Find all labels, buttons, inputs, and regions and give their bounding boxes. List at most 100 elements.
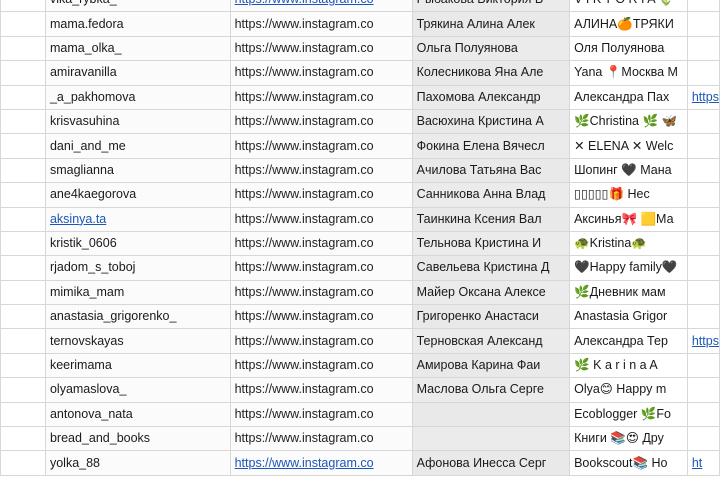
row-index-cell[interactable] <box>0 426 46 452</box>
profile-link-cell[interactable]: https://www.instagram.co <box>229 84 413 110</box>
full-name-cell[interactable]: Ачилова Татьяна Вас <box>411 157 571 184</box>
table-row[interactable]: anastasia_grigorenko_ https://www.instagr… <box>0 304 720 330</box>
extra-link-text[interactable]: https <box>692 334 719 348</box>
row-index-cell[interactable] <box>0 279 46 306</box>
username-cell[interactable]: ane4kaegorova <box>44 182 231 208</box>
username-cell[interactable]: mimika_mam <box>44 279 231 306</box>
extra-link-cell[interactable] <box>686 304 720 330</box>
bio-cell[interactable]: Аксинья🎀 🟨Ма <box>569 206 688 232</box>
bio-cell[interactable]: Yana 📍Москва M <box>569 60 688 86</box>
profile-link-cell[interactable]: https://www.instagram.co <box>229 426 413 452</box>
table-row[interactable]: keerimama https://www.instagram.co Амирова… <box>0 352 720 379</box>
table-row[interactable]: ternovskayas https://www.instagram.co Терн… <box>0 328 720 354</box>
profile-link-cell[interactable]: https://www.instagram.co <box>229 304 413 330</box>
extra-link-cell[interactable]: https <box>686 328 720 354</box>
table-row[interactable]: mama_olka_ https://www.instagram.co Ольга … <box>0 35 720 62</box>
extra-link-cell[interactable] <box>686 230 720 257</box>
username-cell[interactable]: amiravanilla <box>44 60 231 86</box>
profile-link-cell[interactable]: https://www.instagram.co <box>229 377 413 403</box>
bio-cell[interactable]: Ecoblogger 🌿Fo <box>569 401 688 428</box>
profile-link-cell[interactable]: https://www.instagram.co <box>229 255 413 281</box>
full-name-cell[interactable]: Терновская Александ <box>411 328 571 354</box>
bio-cell[interactable]: Александра Пах <box>569 84 688 110</box>
table-row[interactable]: kristik_0606 https://www.instagram.co Тель… <box>0 230 720 257</box>
username-cell[interactable]: bread_and_books <box>44 426 231 452</box>
row-index-cell[interactable] <box>0 377 46 403</box>
extra-link-cell[interactable] <box>686 255 720 281</box>
table-row[interactable]: olyamaslova_ https://www.instagram.co Масл… <box>0 377 720 403</box>
extra-link-cell[interactable] <box>686 401 720 428</box>
bio-cell[interactable]: Книги 📚😍 Дру <box>569 426 688 452</box>
username-cell[interactable]: olyamaslova_ <box>44 377 231 403</box>
row-index-cell[interactable] <box>0 157 46 184</box>
full-name-cell[interactable]: Колесникова Яна Але <box>411 60 571 86</box>
full-name-cell[interactable]: Афонова Инесса Серг <box>411 450 571 476</box>
bio-cell[interactable]: ✕ ELENA ✕ Welc <box>569 133 688 159</box>
full-name-cell[interactable]: Таинкина Ксения Вал <box>411 206 571 232</box>
bio-cell[interactable]: 🐢Kristina🐢 <box>569 230 688 257</box>
bio-cell[interactable]: Anastasia Grigor <box>569 304 688 330</box>
extra-link-cell[interactable] <box>686 133 720 159</box>
table-row[interactable]: krisvasuhina https://www.instagram.co Васю… <box>0 108 720 135</box>
username-cell[interactable]: antonova_nata <box>44 401 231 428</box>
full-name-cell[interactable]: Фокина Елена Вячесл <box>411 133 571 159</box>
profile-link-cell[interactable]: https://www.instagram.co <box>229 35 413 62</box>
full-name-cell[interactable]: Санникова Анна Влад <box>411 182 571 208</box>
profile-link-cell[interactable]: https://www.instagram.co <box>229 108 413 135</box>
row-index-cell[interactable] <box>0 182 46 208</box>
table-row[interactable]: smaglianna https://www.instagram.co Ачилов… <box>0 157 720 184</box>
table-row[interactable]: bread_and_books https://www.instagram.co К… <box>0 426 720 452</box>
extra-link-cell[interactable] <box>686 157 720 184</box>
full-name-cell[interactable]: Васюхина Кристина А <box>411 108 571 135</box>
row-index-cell[interactable] <box>0 35 46 62</box>
extra-link-cell[interactable] <box>686 377 720 403</box>
extra-link-cell[interactable] <box>686 182 720 208</box>
row-index-cell[interactable] <box>0 84 46 110</box>
profile-link-cell[interactable]: https://www.instagram.co <box>229 0 413 13</box>
full-name-cell[interactable]: Трякина Алина Алек <box>411 11 571 37</box>
username-cell[interactable]: yolka_88 <box>44 450 231 476</box>
extra-link-cell[interactable] <box>686 206 720 232</box>
row-index-cell[interactable] <box>0 328 46 354</box>
bio-cell[interactable]: Оля Полуянова <box>569 35 688 62</box>
bio-cell[interactable]: Шопинг 🖤 Мана <box>569 157 688 184</box>
profile-link-text[interactable]: https://www.instagram.co <box>235 456 374 470</box>
profile-link-cell[interactable]: https://www.instagram.co <box>229 133 413 159</box>
full-name-cell[interactable]: Рыбакова Виктория В <box>411 0 571 13</box>
extra-link-text[interactable]: https <box>692 90 719 104</box>
bio-cell[interactable]: V I K T O R I A 🌷 <box>569 0 688 13</box>
table-row[interactable]: rjadom_s_toboj https://www.instagram.co Са… <box>0 255 720 281</box>
table-row[interactable]: yolka_88 https://www.instagram.co Афонова … <box>0 450 720 476</box>
profile-link-cell[interactable]: https://www.instagram.co <box>229 157 413 184</box>
profile-link-cell[interactable]: https://www.instagram.co <box>229 206 413 232</box>
row-index-cell[interactable] <box>0 133 46 159</box>
table-row[interactable]: mimika_mam https://www.instagram.co Майер … <box>0 279 720 306</box>
bio-cell[interactable]: Bookscout📚 Но <box>569 450 688 476</box>
row-index-cell[interactable] <box>0 206 46 232</box>
full-name-cell[interactable]: Майер Оксана Алексе <box>411 279 571 306</box>
profile-link-cell[interactable]: https://www.instagram.co <box>229 352 413 379</box>
bio-cell[interactable]: 🌿 K a r i n a A <box>569 352 688 379</box>
full-name-cell[interactable]: Ольга Полуянова <box>411 35 571 62</box>
table-row[interactable]: dani_and_me https://www.instagram.co Фокин… <box>0 133 720 159</box>
bio-cell[interactable]: Olya😊 Happy m <box>569 377 688 403</box>
username-cell[interactable]: _a_pakhomova <box>44 84 231 110</box>
extra-link-cell[interactable] <box>686 0 720 13</box>
table-row[interactable]: ane4kaegorova https://www.instagram.co Сан… <box>0 182 720 208</box>
bio-cell[interactable]: 🌿Дневник мам <box>569 279 688 306</box>
row-index-cell[interactable] <box>0 401 46 428</box>
profile-link-cell[interactable]: https://www.instagram.co <box>229 182 413 208</box>
extra-link-cell[interactable] <box>686 426 720 452</box>
extra-link-text[interactable]: ht <box>692 456 702 470</box>
full-name-cell[interactable] <box>411 426 571 452</box>
row-index-cell[interactable] <box>0 11 46 37</box>
profile-link-text[interactable]: https://www.instagram.co <box>235 0 374 6</box>
username-cell[interactable]: rjadom_s_toboj <box>44 255 231 281</box>
username-cell[interactable]: anastasia_grigorenko_ <box>44 304 231 330</box>
full-name-cell[interactable]: Маслова Ольга Серге <box>411 377 571 403</box>
username-cell[interactable]: mama_olka_ <box>44 35 231 62</box>
table-row[interactable]: amiravanilla https://www.instagram.co Коле… <box>0 60 720 86</box>
username-cell[interactable]: ternovskayas <box>44 328 231 354</box>
bio-cell[interactable]: 🖤Happy family🖤 <box>569 255 688 281</box>
username-cell[interactable]: krisvasuhina <box>44 108 231 135</box>
